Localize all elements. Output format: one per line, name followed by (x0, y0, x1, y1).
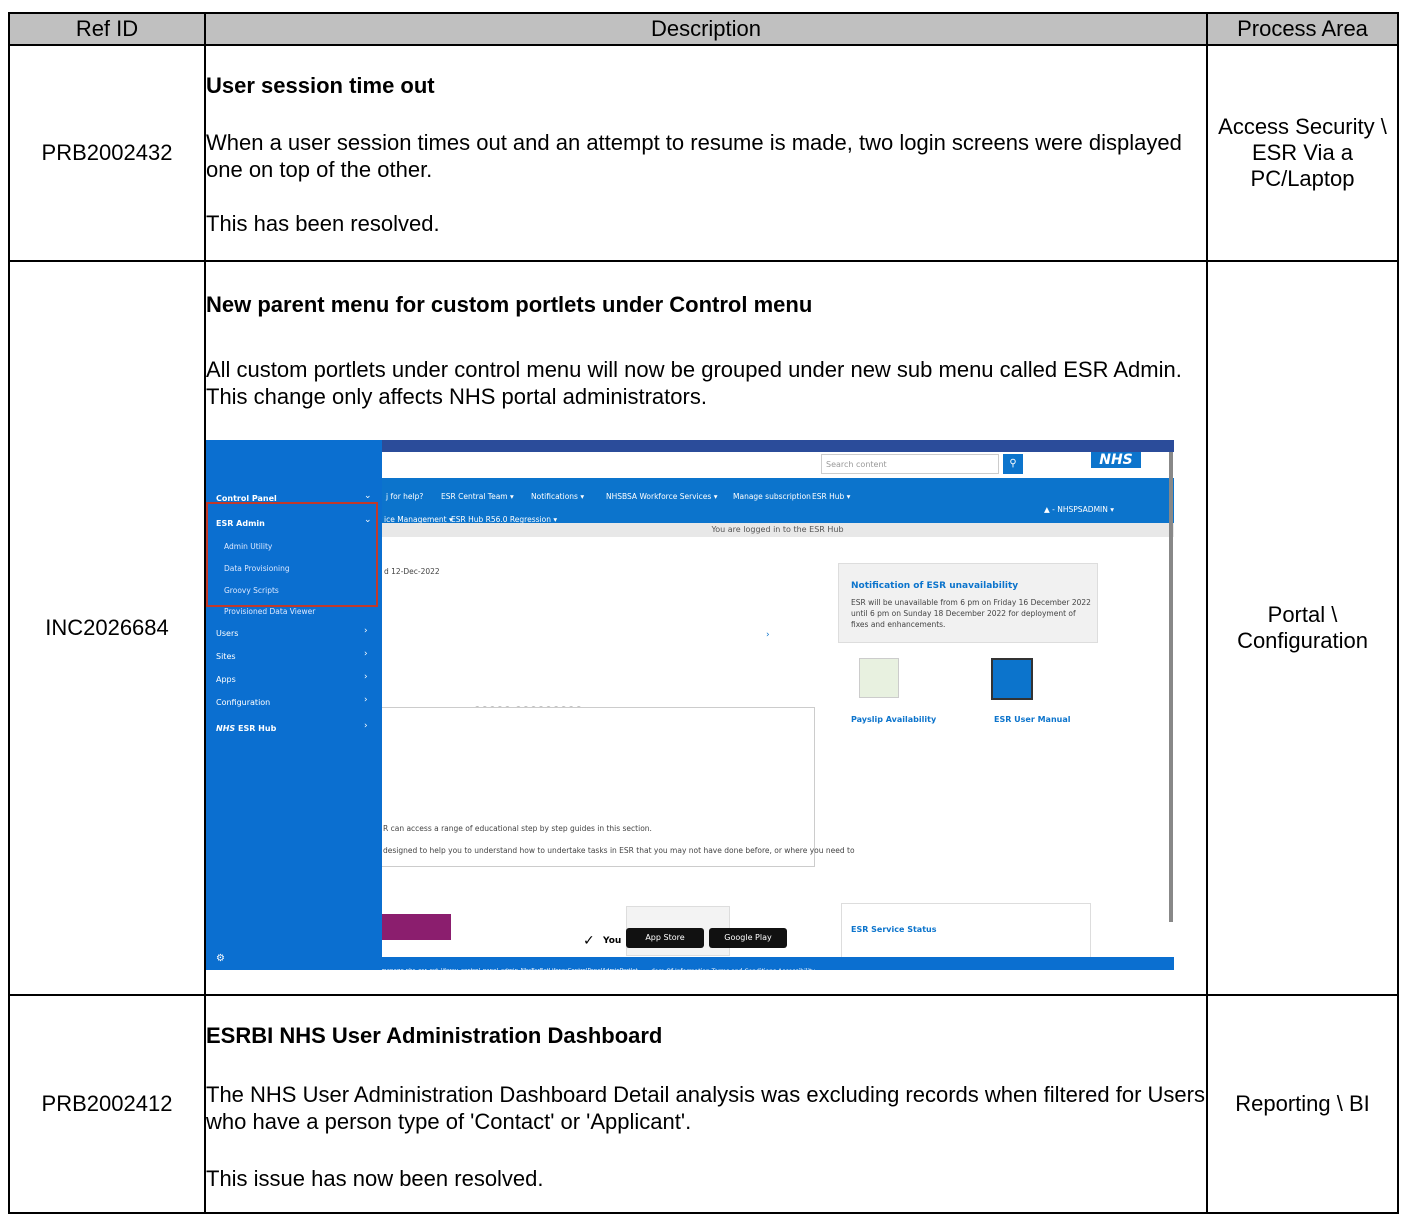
nav-item[interactable]: ESR Hub ▾ (812, 483, 850, 510)
notice-title: Notification of ESR unavailability (851, 581, 1019, 591)
sidebar-hub-logo[interactable]: NHS (216, 715, 235, 742)
user-manual-icon[interactable] (991, 658, 1033, 700)
tile-esr-user-manual[interactable]: ESR User Manual (994, 706, 1070, 733)
search-input[interactable]: Search content (821, 454, 999, 474)
nav-item[interactable]: NHSBSA Workforce Services ▾ (606, 483, 717, 510)
tile-payslip-availability[interactable]: Payslip Availability (851, 706, 936, 733)
description-paragraph: This has been resolved. (206, 210, 440, 236)
item-title: New parent menu for custom portlets unde… (206, 292, 813, 317)
user-menu[interactable]: ▲ - NHSPSADMIN ▾ (1044, 496, 1114, 523)
twitter-icon[interactable]: ✓ (583, 928, 595, 955)
app-store-badge[interactable]: App Store (626, 928, 704, 948)
chevron-down-icon[interactable]: ⌄ (364, 507, 372, 534)
google-play-badge[interactable]: Google Play (709, 928, 787, 948)
ref-id-cell: PRB2002432 (8, 44, 206, 262)
description-cell: New parent menu for custom portlets unde… (204, 260, 1208, 996)
youtube-icon[interactable]: You (603, 928, 621, 955)
guides-text: designed to help you to understand how t… (383, 846, 855, 855)
footer-links[interactable]: dom Of Information Terms and Conditions … (651, 958, 815, 970)
description-cell: ESRBI NHS User Administration Dashboard … (204, 994, 1208, 1214)
header-description: Description (204, 12, 1208, 46)
header-process-area: Process Area (1206, 12, 1399, 46)
table-row: PRB2002432 User session time out When a … (8, 44, 1399, 262)
chevron-right-icon[interactable]: › (364, 687, 368, 714)
description-paragraph: When a user session times out and an att… (206, 129, 1182, 182)
service-status-title: ESR Service Status (851, 925, 937, 934)
process-area-cell: Portal \ Configuration (1206, 260, 1399, 996)
esr-hub-screenshot: Search content ⚲ NHS Business Services A… (206, 440, 1174, 970)
scrollbar[interactable] (1169, 452, 1173, 922)
control-panel-sidebar: Control Panel ⌄ ESR Admin ⌄ Admin Utilit… (206, 440, 382, 970)
table-row: INC2026684 New parent menu for custom po… (8, 260, 1399, 996)
nav-item[interactable]: Manage subscription (733, 483, 811, 510)
ref-id-cell: PRB2002412 (8, 994, 206, 1214)
sidebar-configuration[interactable]: Configuration (216, 689, 270, 716)
description-paragraph: This issue has now been resolved. (206, 1165, 544, 1191)
process-area-cell: Access Security \ ESR Via a PC/Laptop (1206, 44, 1399, 262)
item-title: ESRBI NHS User Administration Dashboard (206, 1022, 663, 1048)
sidebar-esr-hub[interactable]: ESR Hub (238, 715, 276, 742)
release-notes-table: Ref ID Description Process Area PRB20024… (8, 12, 1399, 1214)
nhs-logo: NHS (1091, 452, 1141, 468)
logged-in-banner: You are logged in to the ESR Hub (381, 523, 1174, 537)
description-paragraph: All custom portlets under control menu w… (206, 357, 1182, 409)
search-icon[interactable]: ⚲ (1003, 454, 1023, 474)
payslip-icon[interactable] (859, 658, 899, 698)
item-title: User session time out (206, 72, 435, 98)
ref-id-cell: INC2026684 (8, 260, 206, 996)
chevron-right-icon[interactable]: › (766, 622, 770, 649)
table-row: PRB2002412 ESRBI NHS User Administration… (8, 994, 1399, 1214)
date-text: d 12-Dec-2022 (384, 567, 440, 576)
banner-image (381, 914, 451, 940)
header-row: Ref ID Description Process Area (8, 12, 1399, 46)
description-paragraph: The NHS User Administration Dashboard De… (206, 1081, 1205, 1134)
chevron-right-icon[interactable]: › (364, 713, 368, 740)
process-area-cell: Reporting \ BI (1206, 994, 1399, 1214)
notice-body: ESR will be unavailable from 6 pm on Fri… (851, 598, 1091, 629)
header-ref-id: Ref ID (8, 12, 206, 46)
description-cell: User session time out When a user sessio… (204, 44, 1208, 262)
gear-icon[interactable]: ⚙ (216, 945, 225, 970)
